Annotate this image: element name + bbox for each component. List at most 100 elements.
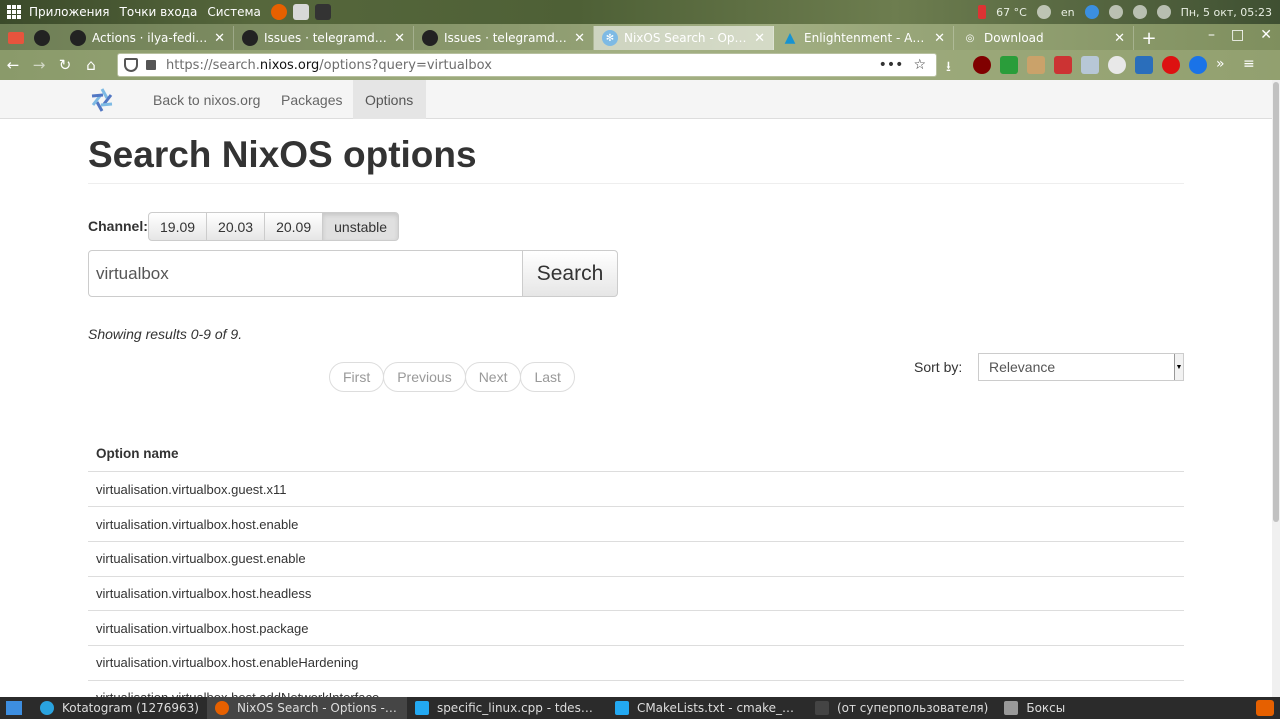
github-pinned-tab-icon[interactable] — [34, 30, 50, 46]
minimize-icon[interactable]: – — [1208, 27, 1215, 43]
wifi-icon[interactable] — [1108, 5, 1123, 19]
menu-system[interactable]: Система — [207, 5, 261, 19]
nav-back-to-nixos[interactable]: Back to nixos.org — [141, 80, 272, 119]
tab-download[interactable]: ◎ Download ✕ — [954, 26, 1134, 50]
extension-green-icon[interactable] — [1000, 56, 1018, 74]
tracking-shield-icon[interactable] — [124, 58, 138, 72]
firefox-launcher-icon[interactable] — [270, 4, 287, 20]
terminal-launcher-icon[interactable] — [314, 4, 331, 20]
close-window-icon[interactable]: ✕ — [1260, 27, 1272, 43]
menu-applications[interactable]: Приложения — [29, 5, 110, 19]
home-icon[interactable]: ⌂ — [78, 52, 104, 78]
network-icon[interactable] — [1084, 5, 1099, 19]
clock[interactable]: Пн, 5 окт, 05:23 — [1181, 6, 1272, 19]
battery-icon[interactable] — [1132, 5, 1147, 19]
vscode-icon — [414, 701, 429, 715]
nixos-icon: ✻ — [602, 30, 618, 46]
task-firefox[interactable]: NixOS Search - Options - M... — [206, 697, 407, 719]
pager-previous[interactable]: Previous — [383, 362, 466, 392]
keyboard-layout[interactable]: en — [1061, 6, 1075, 19]
pager-first[interactable]: First — [329, 362, 385, 392]
maximize-icon[interactable]: □ — [1231, 27, 1244, 43]
arch-icon: ▲ — [784, 30, 796, 46]
channel-20-03-button[interactable]: 20.03 — [206, 212, 266, 241]
pager-last[interactable]: Last — [520, 362, 575, 392]
close-icon[interactable]: ✕ — [574, 31, 585, 46]
search-input[interactable] — [88, 250, 523, 297]
dropdown-arrow-icon[interactable]: ▼ — [1174, 354, 1183, 380]
lock-icon[interactable] — [146, 60, 156, 70]
close-icon[interactable]: ✕ — [754, 31, 765, 46]
overflow-chevron-icon[interactable]: » — [1216, 56, 1234, 74]
close-icon[interactable]: ✕ — [394, 31, 405, 46]
extension-shield-icon[interactable] — [1162, 56, 1180, 74]
firefox-tray-icon[interactable] — [1256, 700, 1274, 716]
gmail-pinned-tab-icon[interactable] — [8, 32, 24, 44]
table-row[interactable]: virtualisation.virtualbox.host.package — [88, 610, 1184, 645]
download-icon: ◎ — [965, 32, 975, 44]
scrollbar-thumb[interactable] — [1273, 82, 1279, 522]
tab-title: Download — [984, 31, 1044, 45]
table-row[interactable]: virtualisation.virtualbox.host.enable — [88, 506, 1184, 541]
pager-next[interactable]: Next — [464, 362, 522, 392]
tab-title: Issues · telegramdesk — [264, 31, 389, 45]
extension-tool-icon[interactable] — [1027, 56, 1045, 74]
reload-icon[interactable]: ↻ — [52, 52, 78, 78]
channel-20-09-button[interactable]: 20.09 — [264, 212, 324, 241]
url-text[interactable]: https://search.nixos.org/options?query=v… — [166, 58, 879, 73]
stylus-icon[interactable] — [1135, 56, 1153, 74]
table-row[interactable]: virtualisation.virtualbox.guest.enable — [88, 541, 1184, 576]
task-title: Боксы — [1026, 701, 1066, 715]
task-terminal[interactable]: (от суперпользователя) — [807, 697, 996, 719]
nav-options[interactable]: Options — [353, 80, 426, 119]
extension-hand-icon[interactable] — [1108, 56, 1126, 74]
nav-packages[interactable]: Packages — [269, 80, 354, 119]
search-button[interactable]: Search — [522, 250, 618, 297]
extension-blue-icon[interactable] — [1189, 56, 1207, 74]
sort-select[interactable]: Relevance ▼ — [978, 353, 1184, 381]
close-icon[interactable]: ✕ — [214, 31, 225, 46]
close-icon[interactable]: ✕ — [934, 31, 945, 46]
forward-icon[interactable]: → — [26, 52, 52, 78]
page-actions-icon[interactable]: ••• — [879, 57, 904, 73]
task-vscode-1[interactable]: specific_linux.cpp - tdeskt... — [407, 697, 607, 719]
bookmark-star-icon[interactable]: ☆ — [913, 57, 926, 73]
ublock-icon[interactable] — [973, 56, 991, 74]
apps-grid-icon[interactable] — [7, 5, 21, 19]
tab-enlightenment[interactable]: ▲ Enlightenment - Arch ✕ — [774, 26, 954, 50]
table-row[interactable]: virtualisation.virtualbox.host.headless — [88, 575, 1184, 611]
show-desktop-icon[interactable] — [6, 701, 22, 715]
tab-issues-1[interactable]: Issues · telegramdesk ✕ — [234, 26, 414, 50]
hamburger-menu-icon[interactable]: ≡ — [1243, 56, 1261, 74]
extension-toolbar: ⭳ » ≡ — [946, 56, 1261, 75]
mail-notifier-icon[interactable] — [1081, 56, 1099, 74]
channel-unstable-button[interactable]: unstable — [322, 212, 400, 241]
new-tab-button[interactable]: + — [1134, 26, 1164, 50]
tab-actions[interactable]: Actions · ilya-fedin/td ✕ — [62, 26, 234, 50]
task-boxes[interactable]: Боксы — [996, 697, 1073, 719]
weather-icon — [1036, 5, 1051, 19]
downloads-icon[interactable]: ⭳ — [946, 56, 964, 75]
close-icon[interactable]: ✕ — [1114, 31, 1125, 46]
noscript-icon[interactable] — [1054, 56, 1072, 74]
task-kotatogram[interactable]: Kotatogram (1276963) — [32, 697, 207, 719]
page-title: Search NixOS options — [88, 134, 477, 175]
table-row[interactable]: virtualisation.virtualbox.host.enableHar… — [88, 645, 1184, 680]
menu-places[interactable]: Точки входа — [120, 5, 198, 19]
tab-issues-2[interactable]: Issues · telegramdesk ✕ — [414, 26, 594, 50]
title-divider — [88, 183, 1184, 184]
nixos-logo-icon[interactable] — [88, 86, 116, 114]
files-launcher-icon[interactable] — [292, 4, 309, 20]
volume-icon[interactable] — [1156, 5, 1171, 19]
channel-19-09-button[interactable]: 19.09 — [148, 212, 208, 241]
address-bar[interactable]: https://search.nixos.org/options?query=v… — [117, 53, 937, 77]
tab-nixos-search[interactable]: ✻ NixOS Search - Option ✕ — [594, 26, 774, 50]
table-row[interactable]: virtualisation.virtualbox.guest.x11 — [88, 472, 1184, 507]
task-vscode-2[interactable]: CMakeLists.txt - cmake_hel... — [607, 697, 807, 719]
back-icon[interactable]: ← — [0, 52, 26, 78]
task-title: Kotatogram (1276963) — [62, 701, 199, 715]
page-scrollbar[interactable] — [1272, 80, 1280, 697]
task-title: CMakeLists.txt - cmake_hel... — [636, 701, 799, 715]
firefox-icon — [214, 701, 229, 715]
browser-tabbar: Actions · ilya-fedin/td ✕ Issues · teleg… — [0, 24, 1280, 50]
